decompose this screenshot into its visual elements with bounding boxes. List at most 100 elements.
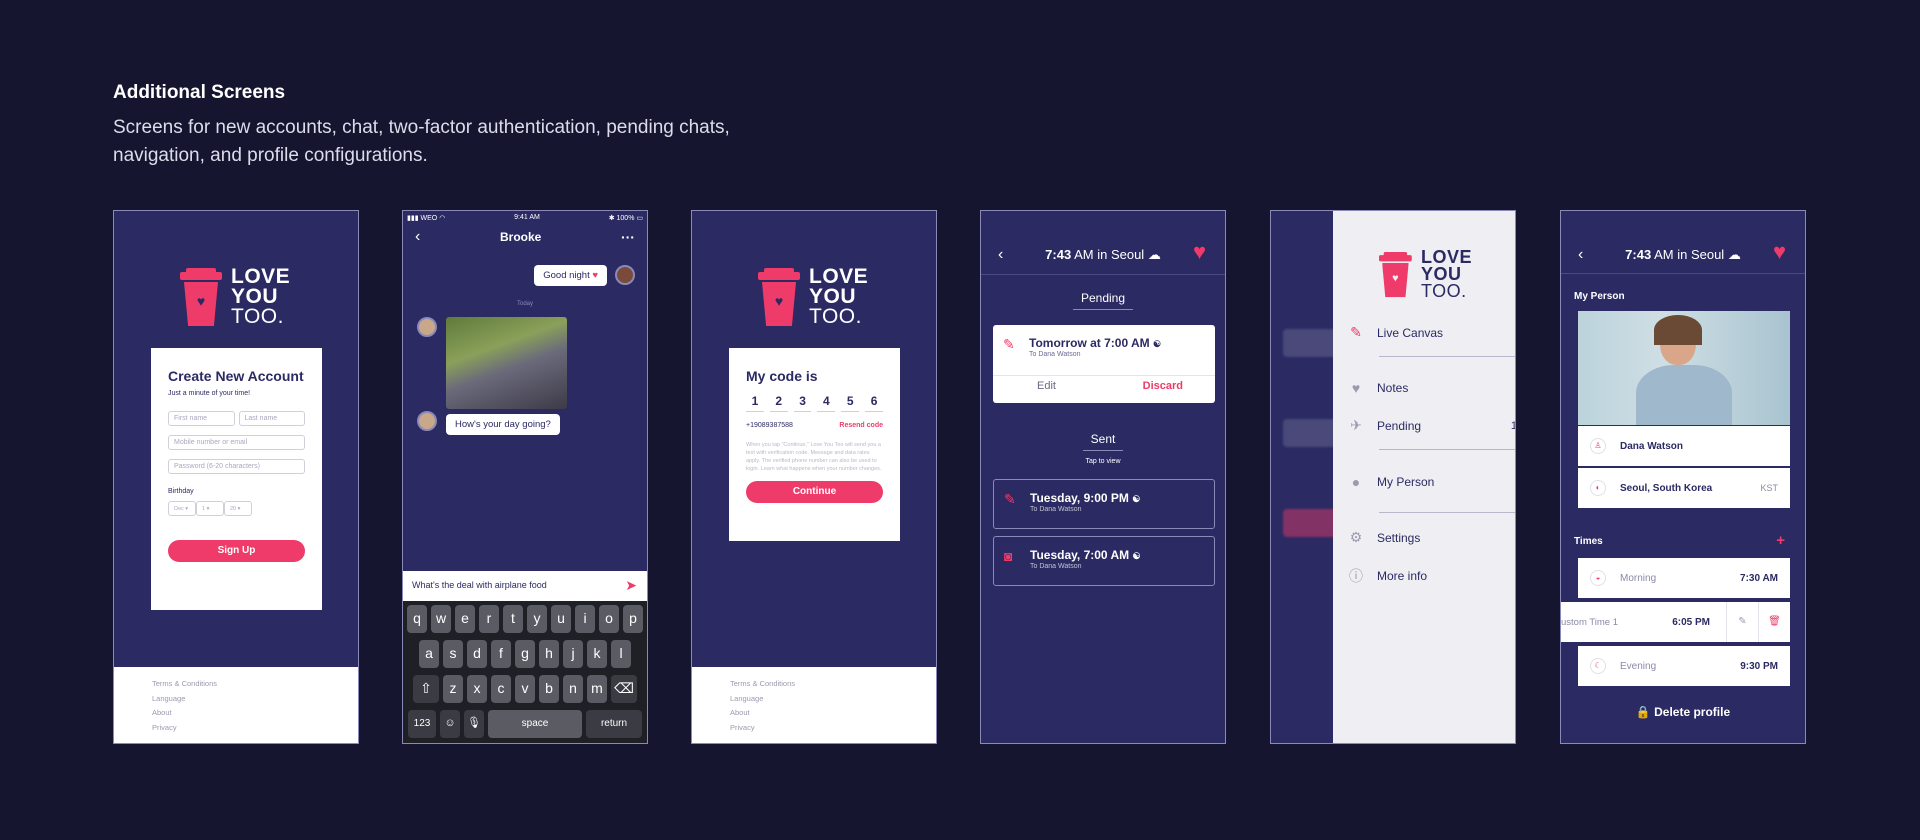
sent-message[interactable]: Good night ♥ <box>534 265 607 286</box>
menu-item-settings[interactable]: ⚙ Settings <box>1347 529 1421 546</box>
shared-photo[interactable] <box>446 317 567 409</box>
about-link[interactable]: About <box>152 706 358 721</box>
key[interactable]: c <box>491 675 511 703</box>
key[interactable]: h <box>539 640 559 668</box>
language-link[interactable]: Language <box>152 692 358 707</box>
time-label: ustom Time 1 <box>1561 616 1619 628</box>
numbers-key[interactable]: 123 <box>408 710 436 738</box>
key[interactable]: s <box>443 640 463 668</box>
carrier-name: WEO <box>420 215 438 222</box>
resend-code-link[interactable]: Resend code <box>839 422 883 429</box>
code-digit[interactable]: 4 <box>817 394 836 412</box>
privacy-link[interactable]: Privacy <box>152 721 358 736</box>
space-key[interactable]: space <box>488 710 582 738</box>
profile-photo[interactable] <box>1578 311 1790 425</box>
key[interactable]: g <box>515 640 535 668</box>
terms-link[interactable]: Terms & Conditions <box>152 677 358 692</box>
return-key[interactable]: return <box>586 710 642 738</box>
key[interactable]: t <box>503 605 523 633</box>
send-icon[interactable]: ➤ <box>625 577 637 594</box>
birth-month-select[interactable]: Dec ▾ <box>168 501 196 516</box>
code-digit[interactable]: 3 <box>793 394 812 412</box>
contact-field[interactable]: Mobile number or email <box>168 435 305 450</box>
code-digit[interactable]: 6 <box>865 394 883 412</box>
received-message[interactable]: How's your day going? <box>446 414 560 435</box>
key[interactable]: e <box>455 605 475 633</box>
password-field[interactable]: Password (6-20 characters) <box>168 459 305 474</box>
menu-item-pending[interactable]: ✈ Pending 1 <box>1347 417 1515 434</box>
time-row-swiped[interactable]: ustom Time 1 6:05 PM ✎ 🗑 <box>1561 602 1790 642</box>
key[interactable]: n <box>563 675 583 703</box>
key[interactable]: l <box>611 640 631 668</box>
key[interactable]: b <box>539 675 559 703</box>
discard-button[interactable]: Discard <box>1143 380 1183 392</box>
coffee-cup-logo-icon: ♥ <box>758 268 800 326</box>
emoji-key[interactable]: ☺ <box>440 710 460 738</box>
backspace-icon[interactable]: ⌫ <box>611 675 637 703</box>
profile-location-row[interactable]: ◐ Seoul, South Korea KST <box>1578 468 1790 508</box>
more-icon[interactable]: ··· <box>621 229 635 245</box>
first-name-field[interactable]: First name <box>168 411 235 426</box>
time-row[interactable]: ☾ Evening 9:30 PM <box>1578 646 1790 686</box>
continue-button[interactable]: Continue <box>746 481 883 503</box>
sent-card[interactable]: ✎ Tuesday, 9:00 PM ☯ To Dana Watson <box>993 479 1215 529</box>
key[interactable]: a <box>419 640 439 668</box>
last-name-field[interactable]: Last name <box>238 411 305 426</box>
birth-day-select[interactable]: 1 ▾ <box>196 501 224 516</box>
birth-day-value: 1 <box>202 506 206 512</box>
menu-item-live-canvas[interactable]: ✎ Live Canvas <box>1347 324 1443 341</box>
profile-name-row[interactable]: ♙ Dana Watson <box>1578 426 1790 466</box>
battery-level: 100% <box>616 215 635 222</box>
code-digit[interactable]: 5 <box>841 394 860 412</box>
code-digit[interactable]: 1 <box>746 394 764 412</box>
language-link[interactable]: Language <box>730 692 936 707</box>
key[interactable]: k <box>587 640 607 668</box>
code-digit[interactable]: 2 <box>769 394 788 412</box>
message-input[interactable]: What's the deal with airplane food ➤ <box>403 571 647 601</box>
menu-item-my-person[interactable]: ● My Person <box>1347 474 1435 490</box>
heart-icon[interactable]: ♥ <box>1193 241 1215 263</box>
shift-icon[interactable]: ⇧ <box>413 675 439 703</box>
edit-icon[interactable]: ✎ <box>1726 602 1758 642</box>
microphone-key[interactable]: 🎙 <box>464 710 484 738</box>
key[interactable]: x <box>467 675 487 703</box>
chat-contact-name: Brooke <box>499 230 542 244</box>
pending-screen: ‹ 7:43 AM in Seoul ☁ ♥ Pending ✎ Tomorro… <box>980 210 1226 744</box>
back-icon[interactable]: ‹ <box>415 228 420 246</box>
key[interactable]: p <box>623 605 643 633</box>
terms-link[interactable]: Terms & Conditions <box>730 677 936 692</box>
delete-profile-button[interactable]: 🔒 Delete profile <box>1561 705 1805 719</box>
about-link[interactable]: About <box>730 706 936 721</box>
privacy-link[interactable]: Privacy <box>730 721 936 736</box>
sent-label-text: Sent <box>1082 432 1124 451</box>
back-icon[interactable]: ‹ <box>998 246 1003 264</box>
back-icon[interactable]: ‹ <box>1578 246 1583 264</box>
key[interactable]: v <box>515 675 535 703</box>
background-content <box>1283 419 1339 447</box>
key[interactable]: o <box>599 605 619 633</box>
key[interactable]: f <box>491 640 511 668</box>
key[interactable]: u <box>551 605 571 633</box>
sign-up-button[interactable]: Sign Up <box>168 540 305 562</box>
menu-item-more-info[interactable]: ⓘ More info <box>1347 566 1427 586</box>
key[interactable]: j <box>563 640 583 668</box>
key[interactable]: d <box>467 640 487 668</box>
menu-item-notes[interactable]: ♥ Notes <box>1347 380 1409 396</box>
key[interactable]: q <box>407 605 427 633</box>
key[interactable]: m <box>587 675 607 703</box>
key[interactable]: i <box>575 605 595 633</box>
add-icon[interactable]: + <box>1776 532 1785 549</box>
key[interactable]: r <box>479 605 499 633</box>
heart-icon[interactable]: ♥ <box>1773 241 1795 263</box>
key[interactable]: y <box>527 605 547 633</box>
code-digits[interactable]: 1 2 3 4 5 6 <box>746 394 883 412</box>
birth-year-select[interactable]: 20 ▾ <box>224 501 252 516</box>
edit-button[interactable]: Edit <box>1037 380 1056 392</box>
key[interactable]: z <box>443 675 463 703</box>
battery-icon: ▭ <box>636 215 643 222</box>
time-row[interactable]: ◒ Morning 7:30 AM <box>1578 558 1790 598</box>
pending-card[interactable]: ✎ Tomorrow at 7:00 AM ☯ To Dana Watson E… <box>993 325 1215 403</box>
key[interactable]: w <box>431 605 451 633</box>
sent-card[interactable]: ◙ Tuesday, 7:00 AM ☯ To Dana Watson <box>993 536 1215 586</box>
trash-icon[interactable]: 🗑 <box>1758 602 1790 642</box>
